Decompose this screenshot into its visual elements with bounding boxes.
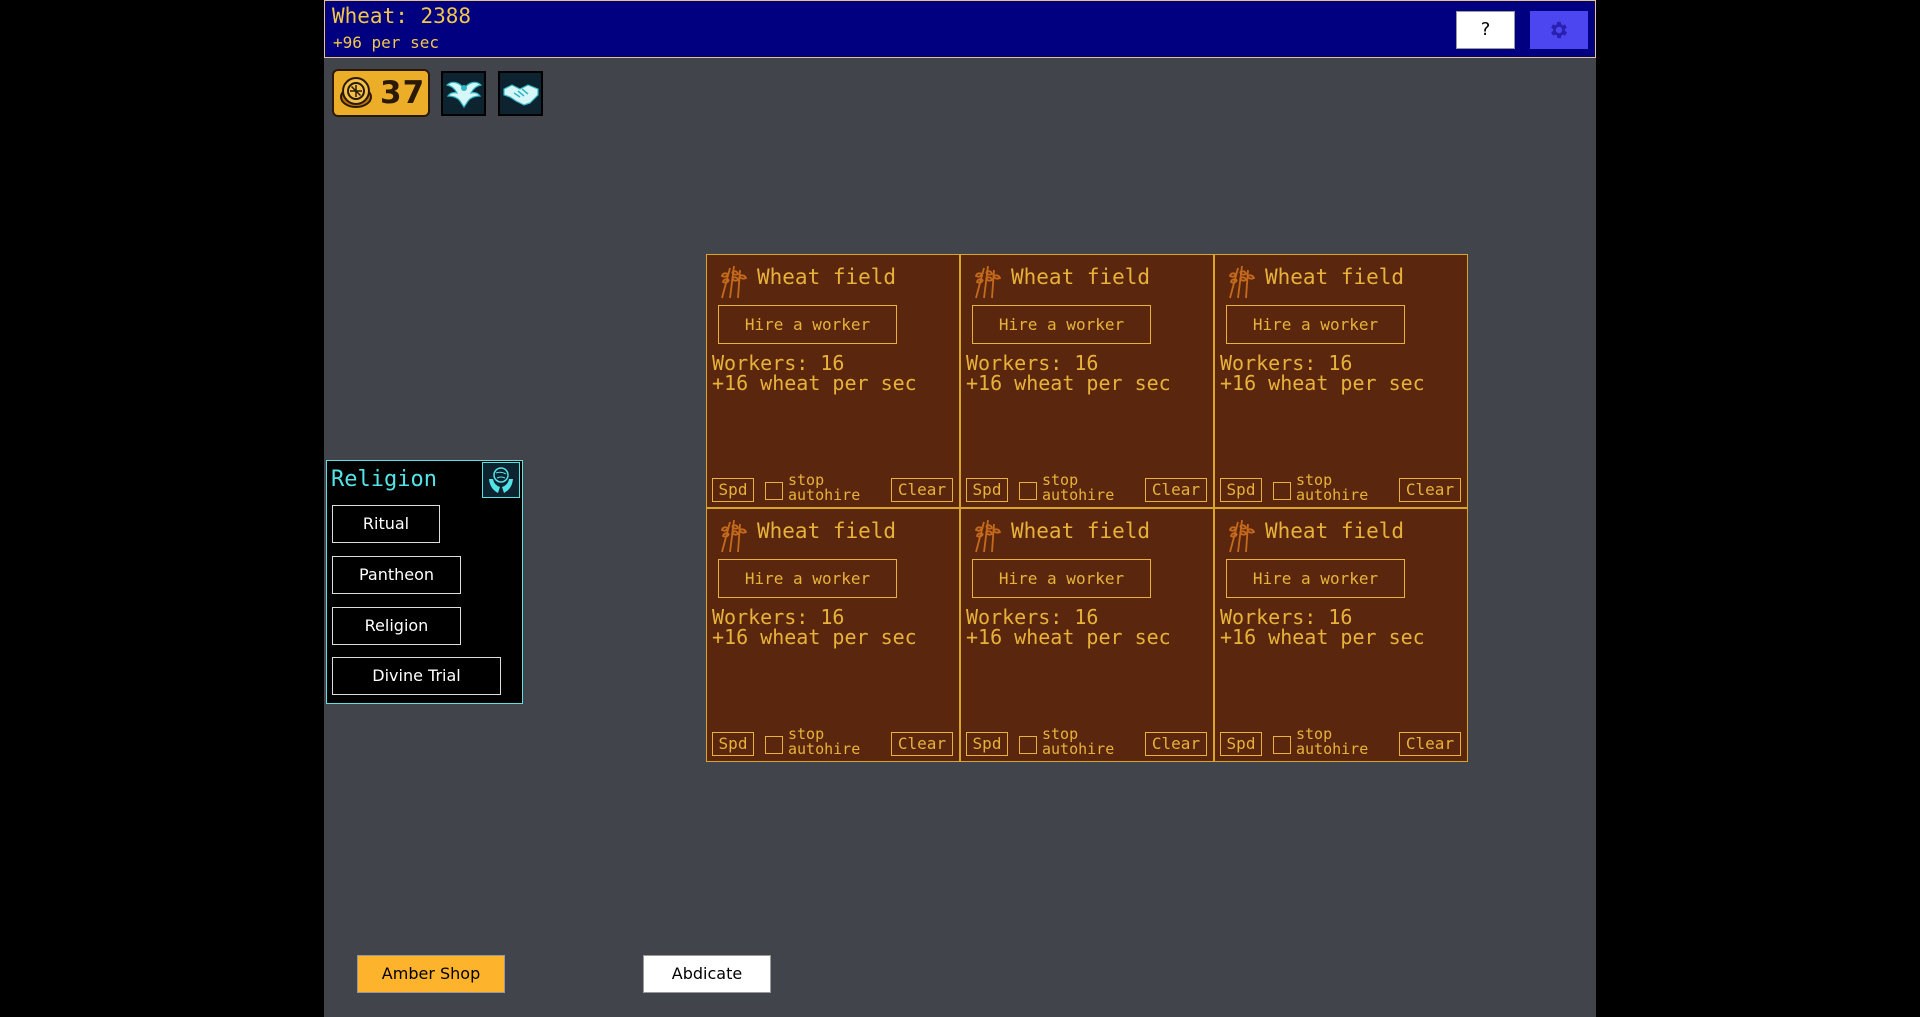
blessing-button[interactable] <box>441 71 486 116</box>
stop-autohire-label: stop autohire <box>1296 727 1368 757</box>
pantheon-button[interactable]: Pantheon <box>332 556 461 594</box>
handshake-icon <box>502 83 539 106</box>
autohire-label-line2: autohire <box>1296 740 1369 758</box>
clear-button[interactable]: Clear <box>891 478 953 502</box>
amber-shop-button[interactable]: Amber Shop <box>357 955 505 993</box>
field-card: Wheat field Hire a worker Workers: 16 +1… <box>706 254 960 508</box>
stop-autohire-checkbox[interactable] <box>765 736 783 754</box>
field-title: Wheat field <box>757 519 897 543</box>
field-rate: +16 wheat per sec <box>1220 625 1425 649</box>
hire-worker-button[interactable]: Hire a worker <box>718 559 897 598</box>
hire-worker-button[interactable]: Hire a worker <box>1226 559 1405 598</box>
stop-autohire-checkbox[interactable] <box>1273 482 1291 500</box>
stop-autohire-label: stop autohire <box>788 473 860 503</box>
autohire-label-line2: autohire <box>1042 486 1115 504</box>
field-title: Wheat field <box>1011 519 1151 543</box>
autohire-label-line2: autohire <box>1042 740 1115 758</box>
stop-autohire-label: stop autohire <box>1042 473 1114 503</box>
help-button[interactable]: ? <box>1456 11 1515 49</box>
field-title: Wheat field <box>1265 265 1405 289</box>
field-rate: +16 wheat per sec <box>712 371 917 395</box>
diplomacy-button[interactable] <box>498 71 543 116</box>
wheat-counter: Wheat: 2388 <box>332 4 472 28</box>
autohire-label-line2: autohire <box>1296 486 1369 504</box>
field-card: Wheat field Hire a worker Workers: 16 +1… <box>1214 254 1468 508</box>
field-rate: +16 wheat per sec <box>966 625 1171 649</box>
field-rate: +16 wheat per sec <box>712 625 917 649</box>
hire-worker-button[interactable]: Hire a worker <box>972 559 1151 598</box>
wheat-icon <box>974 265 1002 299</box>
clear-button[interactable]: Clear <box>1399 478 1461 502</box>
field-title: Wheat field <box>757 265 897 289</box>
field-card: Wheat field Hire a worker Workers: 16 +1… <box>706 508 960 762</box>
autohire-label-line2: autohire <box>788 486 861 504</box>
field-rate: +16 wheat per sec <box>966 371 1171 395</box>
workers-count: Workers: 16 <box>966 605 1099 629</box>
workers-count: Workers: 16 <box>966 351 1099 375</box>
clear-button[interactable]: Clear <box>1145 732 1207 756</box>
amber-count: 37 <box>380 75 426 111</box>
game-area: Wheat: 2388 +96 per sec ? 37 Religion Ri… <box>324 0 1596 1017</box>
stop-autohire-checkbox[interactable] <box>1019 482 1037 500</box>
workers-count: Workers: 16 <box>712 605 845 629</box>
divine-trial-button[interactable]: Divine Trial <box>332 657 501 695</box>
religion-panel-icon-tile <box>482 462 520 498</box>
resource-header: Wheat: 2388 +96 per sec ? <box>324 0 1596 58</box>
dove-wings-icon <box>445 81 482 108</box>
wheat-icon <box>1228 519 1256 553</box>
settings-button[interactable] <box>1530 11 1588 49</box>
wheat-icon <box>974 519 1002 553</box>
amber-coin-icon <box>340 77 372 108</box>
clear-button[interactable]: Clear <box>891 732 953 756</box>
field-title: Wheat field <box>1011 265 1151 289</box>
stop-autohire-label: stop autohire <box>1042 727 1114 757</box>
wheat-icon <box>1228 265 1256 299</box>
wheat-icon <box>720 519 748 553</box>
hire-worker-button[interactable]: Hire a worker <box>972 305 1151 344</box>
stop-autohire-label: stop autohire <box>788 727 860 757</box>
wheat-rate: +96 per sec <box>333 33 439 52</box>
stop-autohire-checkbox[interactable] <box>1019 736 1037 754</box>
speed-button[interactable]: Spd <box>712 732 754 756</box>
speed-button[interactable]: Spd <box>1220 732 1262 756</box>
religion-panel: Religion Ritual Pantheon Religion Divine… <box>326 460 523 704</box>
religion-panel-title: Religion <box>331 467 437 492</box>
gear-icon <box>1551 21 1567 39</box>
stop-autohire-label: stop autohire <box>1296 473 1368 503</box>
speed-button[interactable]: Spd <box>1220 478 1262 502</box>
hire-worker-button[interactable]: Hire a worker <box>1226 305 1405 344</box>
speed-button[interactable]: Spd <box>712 478 754 502</box>
field-title: Wheat field <box>1265 519 1405 543</box>
field-card: Wheat field Hire a worker Workers: 16 +1… <box>1214 508 1468 762</box>
wheat-icon <box>720 265 748 299</box>
speed-button[interactable]: Spd <box>966 732 1008 756</box>
field-rate: +16 wheat per sec <box>1220 371 1425 395</box>
clear-button[interactable]: Clear <box>1145 478 1207 502</box>
clear-button[interactable]: Clear <box>1399 732 1461 756</box>
religion-button[interactable]: Religion <box>332 607 461 645</box>
field-card: Wheat field Hire a worker Workers: 16 +1… <box>960 254 1214 508</box>
fields-grid: Wheat field Hire a worker Workers: 16 +1… <box>706 254 1470 762</box>
stop-autohire-checkbox[interactable] <box>1273 736 1291 754</box>
workers-count: Workers: 16 <box>712 351 845 375</box>
stop-autohire-checkbox[interactable] <box>765 482 783 500</box>
hands-globe-icon <box>489 467 513 493</box>
speed-button[interactable]: Spd <box>966 478 1008 502</box>
workers-count: Workers: 16 <box>1220 351 1353 375</box>
abdicate-button[interactable]: Abdicate <box>643 955 771 993</box>
workers-count: Workers: 16 <box>1220 605 1353 629</box>
ritual-button[interactable]: Ritual <box>332 505 440 543</box>
amber-badge[interactable]: 37 <box>332 69 430 117</box>
hire-worker-button[interactable]: Hire a worker <box>718 305 897 344</box>
field-card: Wheat field Hire a worker Workers: 16 +1… <box>960 508 1214 762</box>
autohire-label-line2: autohire <box>788 740 861 758</box>
